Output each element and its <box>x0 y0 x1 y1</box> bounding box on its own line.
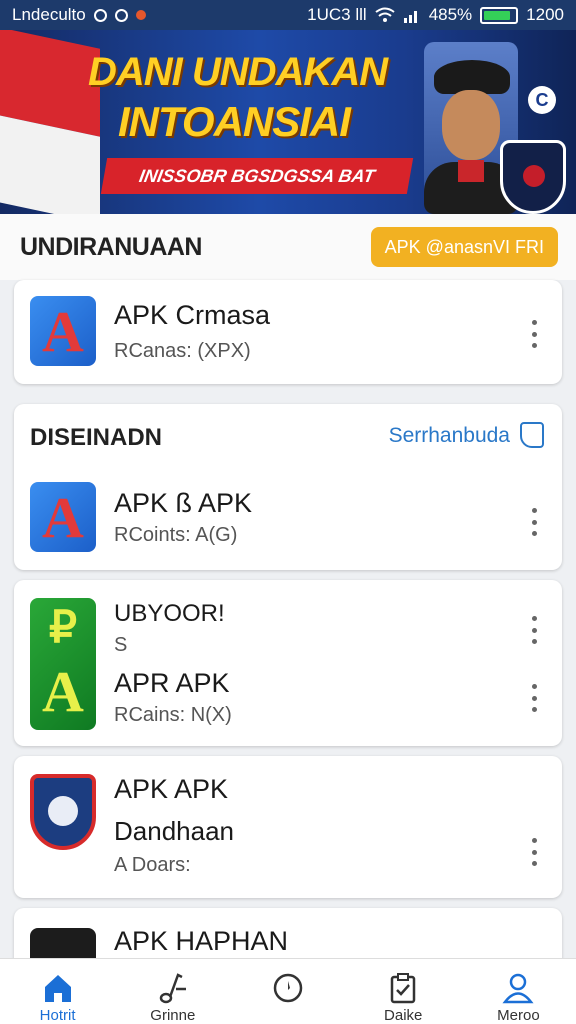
app-subtitle: A Doars: <box>114 854 191 876</box>
clock: 1200 <box>526 5 564 24</box>
battery-fill <box>484 10 510 20</box>
status-bar: Lndeᴄulto 1UC3 lll 485% 1200 <box>0 0 576 30</box>
nav-label: Daike <box>384 1007 423 1024</box>
nav-tasks[interactable]: Daike <box>346 959 461 1024</box>
signal-text: 1UC3 lll <box>307 5 367 24</box>
app-tag: S <box>114 634 128 656</box>
app-card[interactable]: APK APK Dandhaan A Doars: <box>14 756 562 898</box>
more-options-icon[interactable] <box>530 684 538 712</box>
app-icon: A <box>30 482 96 552</box>
battery-icon <box>480 6 519 24</box>
app-name: APK HAPHAN <box>114 926 289 956</box>
app-name: APK Crmasa <box>114 300 271 330</box>
more-options-icon[interactable] <box>530 616 538 644</box>
user-icon <box>502 973 534 1004</box>
clipboard-check-icon <box>390 973 416 1004</box>
wifi-icon <box>375 7 395 22</box>
banner-title-line1: DANI UNDAKAN <box>88 50 388 94</box>
notification-icon <box>93 8 107 22</box>
shield-logo-icon <box>30 774 96 850</box>
app-name: UBYOOR! <box>114 600 225 627</box>
flag-graphic <box>0 30 100 214</box>
app-subtitle: RCains: N(X) <box>114 704 232 726</box>
nav-profile[interactable]: Meroo <box>461 959 576 1024</box>
share-icon[interactable] <box>520 422 544 448</box>
group-link[interactable]: Serrhanbuda <box>389 424 510 448</box>
battery-percent: 485% <box>428 5 473 24</box>
app-title: APR APK <box>114 668 230 698</box>
nav-label: Meroo <box>497 1007 540 1024</box>
music-note-icon <box>159 973 186 1004</box>
nav-home[interactable]: Hotrit <box>0 959 115 1024</box>
alert-dot-icon <box>135 10 146 20</box>
nav-music[interactable]: Grinne <box>115 959 230 1024</box>
home-icon <box>44 975 71 1002</box>
app-name: APK ß APK <box>114 488 253 518</box>
app-card[interactable]: ₽ A UBYOOR! S APR APK RCains: N(X) <box>14 580 562 746</box>
more-options-icon[interactable] <box>530 508 538 536</box>
app-developer: Dandhaan <box>114 816 234 846</box>
banner-corner-badge[interactable]: C <box>528 86 556 114</box>
group-card: DISEINADN Serrhanbuda A APK ß APK RCoint… <box>14 404 562 570</box>
banner-ribbon: INISSOBR BGSDGSSA BAT <box>100 158 414 194</box>
nav-explore[interactable] <box>230 959 345 1024</box>
nav-label: Grinne <box>150 1007 196 1024</box>
section-header: UNDIRANUAAN APK @anasnVI FRI <box>0 214 576 280</box>
cell-signal-icon <box>403 11 417 23</box>
more-options-icon[interactable] <box>530 838 538 866</box>
featured-app-card[interactable]: A APK Crmasa RCanas: (XPX) <box>14 280 562 384</box>
sync-icon <box>114 8 128 22</box>
carrier-label: Lndeᴄulto <box>12 5 86 24</box>
banner-title-line2: INTOANSIAI <box>118 98 351 145</box>
nav-label: Hotrit <box>39 1007 76 1024</box>
section-title: UNDIRANUAAN <box>20 232 203 261</box>
app-icon: ₽ A <box>30 598 96 730</box>
bottom-navigation: Hotrit Grinne Daike Meroo <box>0 958 576 1024</box>
app-subtitle: RCoints: A(G) <box>114 524 238 546</box>
emblem-shield-icon <box>500 140 566 214</box>
app-icon: A <box>30 296 96 366</box>
apk-action-button[interactable]: APK @anasnVI FRI <box>370 227 558 267</box>
more-options-icon[interactable] <box>530 320 538 348</box>
compass-icon <box>273 973 303 1003</box>
group-title: DISEINADN <box>30 424 163 451</box>
promo-banner[interactable]: DANI UNDAKAN INTOANSIAI INISSOBR BGSDGSS… <box>0 30 576 214</box>
app-name: APK APK <box>114 774 229 804</box>
app-subtitle: RCanas: (XPX) <box>114 340 251 362</box>
